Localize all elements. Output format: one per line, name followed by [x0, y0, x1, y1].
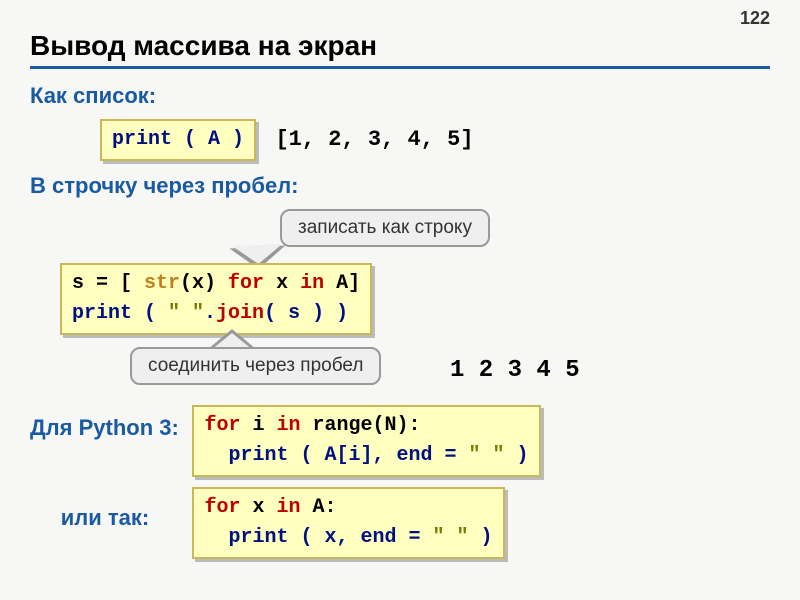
row1: print ( A ) [1, 2, 3, 4, 5]: [100, 119, 770, 161]
c2-in: in: [300, 272, 324, 295]
page-title: Вывод массива на экран: [30, 30, 770, 69]
c3-in: in: [276, 414, 300, 437]
c4l1a: x: [240, 496, 276, 519]
row4: или так: for x in A: print ( x, end = " …: [30, 487, 770, 559]
c2-str: str: [144, 272, 180, 295]
section4-label: или так:: [30, 505, 180, 531]
c2l2a: print (: [72, 302, 168, 325]
code1: print ( A ): [112, 128, 244, 151]
c3l2b: ): [505, 444, 529, 467]
c2l1c: x: [264, 272, 300, 295]
c2l2c: ( s ) ): [264, 302, 348, 325]
c4l2a: print ( x, end =: [228, 526, 432, 549]
callout-join-via-space: соединить через пробел: [130, 347, 381, 385]
c2-for: for: [228, 272, 264, 295]
c2l1b: (x): [180, 272, 228, 295]
code-box-1: print ( A ): [100, 119, 256, 161]
c2l2b: .: [204, 302, 216, 325]
c3l1a: i: [240, 414, 276, 437]
callout-write-as-string: записать как строку: [280, 209, 490, 247]
c3-for: for: [204, 414, 240, 437]
page-number: 122: [740, 8, 770, 29]
code-box-2: s = [ str(x) for x in A] print ( " ".joi…: [60, 263, 372, 335]
c2-join: join: [216, 302, 264, 325]
code-box-4: for x in A: print ( x, end = " " ): [192, 487, 504, 559]
c4-in: in: [276, 496, 300, 519]
c4-lit: " ": [433, 526, 469, 549]
section2-label: В строчку через пробел:: [30, 173, 770, 199]
section1-label: Как список:: [30, 83, 770, 109]
output-1: [1, 2, 3, 4, 5]: [275, 127, 473, 152]
c3l1b: range(N):: [301, 414, 421, 437]
c2l1a: s = [: [72, 272, 144, 295]
code-box-3: for i in range(N): print ( A[i], end = "…: [192, 405, 540, 477]
section3-label: Для Python 3:: [30, 415, 180, 441]
c4-for: for: [204, 496, 240, 519]
c2-lit: " ": [168, 302, 204, 325]
output-2: 1 2 3 4 5: [450, 357, 580, 384]
row3: Для Python 3: for i in range(N): print (…: [30, 405, 770, 477]
c3l2a: print ( A[i], end =: [228, 444, 468, 467]
c4l1b: A:: [301, 496, 337, 519]
c3-lit: " ": [469, 444, 505, 467]
block2-wrap: записать как строку s = [ str(x) for x i…: [30, 209, 770, 335]
c2l1d: A]: [324, 272, 360, 295]
c4l2b: ): [469, 526, 493, 549]
callout2-wrap: соединить через пробел 1 2 3 4 5: [30, 347, 770, 385]
